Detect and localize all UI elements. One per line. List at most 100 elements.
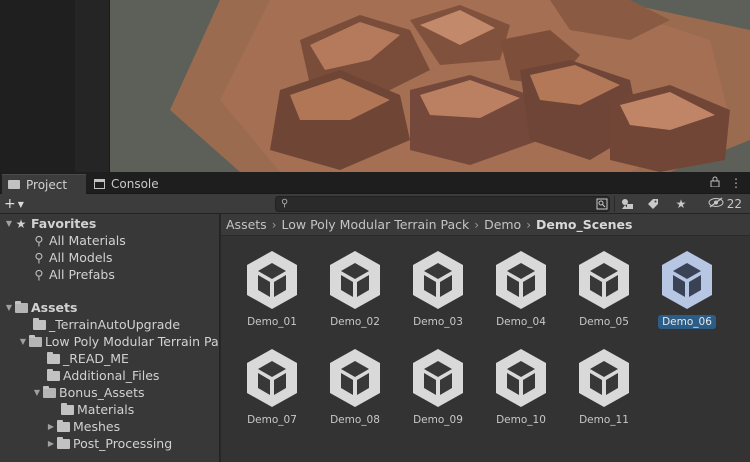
- panel-tabs-bar: Project Console ⋮: [0, 172, 750, 194]
- tab-project[interactable]: Project: [2, 174, 86, 194]
- tree-item-low-poly-pack[interactable]: ▼ Low Poly Modular Terrain Pa: [0, 333, 219, 350]
- asset-demo-09[interactable]: Demo_09: [402, 347, 474, 437]
- unity-scene-icon: [496, 349, 546, 407]
- tree-item-label: Materials: [77, 402, 135, 417]
- search-input[interactable]: [292, 197, 592, 211]
- unity-scene-icon: [330, 349, 380, 407]
- breadcrumb: Assets › Low Poly Modular Terrain Pack ›…: [221, 214, 750, 236]
- tree-item-favorites[interactable]: ▼ ★ Favorites: [0, 215, 219, 232]
- asset-demo-02[interactable]: Demo_02: [319, 249, 391, 339]
- asset-label: Demo_07: [247, 414, 297, 426]
- asset-label: Demo_09: [413, 414, 463, 426]
- asset-demo-03[interactable]: Demo_03: [402, 249, 474, 339]
- chevron-right-icon: ›: [474, 217, 480, 232]
- unity-scene-icon: [330, 251, 380, 309]
- hidden-count: 22: [726, 197, 742, 211]
- create-asset-button[interactable]: + ▼: [4, 196, 36, 212]
- star-icon[interactable]: ★: [672, 196, 690, 212]
- folder-open-icon: [28, 334, 42, 348]
- asset-label: Demo_06: [658, 315, 716, 329]
- tree-item-all-prefabs[interactable]: ⚲ All Prefabs: [0, 266, 219, 283]
- breadcrumb-item[interactable]: Assets: [226, 217, 267, 232]
- tab-console[interactable]: Console: [88, 174, 178, 194]
- filter-by-type-icon[interactable]: [618, 196, 636, 212]
- asset-label: Demo_08: [330, 414, 380, 426]
- unity-scene-icon: [413, 349, 463, 407]
- unity-scene-icon: [496, 251, 546, 309]
- search-icon: ⚲: [34, 250, 44, 265]
- search-icon: ⚲: [34, 233, 44, 248]
- folder-icon: [56, 419, 70, 433]
- project-toolbar: + ▼ ⚲ ★ 22: [0, 194, 750, 214]
- asset-demo-07[interactable]: Demo_07: [236, 347, 308, 437]
- search-by-type-icon[interactable]: [594, 196, 610, 212]
- unity-scene-icon: [247, 251, 297, 309]
- chevron-right-icon: ›: [271, 217, 277, 232]
- asset-demo-11[interactable]: Demo_11: [568, 347, 640, 437]
- tree-item-read-me[interactable]: _READ_ME: [0, 350, 219, 367]
- expand-arrow-icon[interactable]: ▼: [18, 337, 28, 346]
- lock-icon[interactable]: [710, 176, 720, 190]
- toolbar-divider: [614, 196, 615, 212]
- tree-item-post-processing[interactable]: ▶ Post_Processing: [0, 435, 219, 452]
- unity-scene-icon: [579, 251, 629, 309]
- tab-project-label: Project: [26, 177, 68, 192]
- asset-demo-05[interactable]: Demo_05: [568, 249, 640, 339]
- tree-item-label: All Prefabs: [49, 267, 115, 282]
- expand-arrow-icon[interactable]: ▼: [4, 303, 14, 312]
- hidden-packages-toggle[interactable]: 22: [708, 196, 742, 212]
- kebab-menu-icon[interactable]: ⋮: [730, 176, 742, 190]
- asset-demo-04[interactable]: Demo_04: [485, 249, 557, 339]
- asset-demo-06[interactable]: Demo_06: [651, 249, 723, 339]
- breadcrumb-current[interactable]: Demo_Scenes: [536, 217, 632, 232]
- asset-label: Demo_03: [413, 316, 463, 328]
- asset-label: Demo_10: [496, 414, 546, 426]
- tree-item-all-materials[interactable]: ⚲ All Materials: [0, 232, 219, 249]
- asset-demo-10[interactable]: Demo_10: [485, 347, 557, 437]
- folder-icon: [46, 368, 60, 382]
- chevron-down-icon: ▼: [17, 199, 24, 209]
- tree-item-assets[interactable]: ▼ Assets: [0, 299, 219, 316]
- tree-item-label: Bonus_Assets: [59, 385, 145, 400]
- scene-sidebar-edge: [75, 0, 110, 172]
- chevron-right-icon: ›: [526, 217, 532, 232]
- asset-label: Demo_05: [579, 316, 629, 328]
- folder-icon: [60, 402, 74, 416]
- expand-arrow-icon[interactable]: ▶: [46, 422, 56, 431]
- unity-scene-icon: [413, 251, 463, 309]
- asset-browser: Assets › Low Poly Modular Terrain Pack ›…: [221, 214, 750, 462]
- asset-label: Demo_11: [579, 414, 629, 426]
- tree-item-additional-files[interactable]: Additional_Files: [0, 367, 219, 384]
- expand-arrow-icon[interactable]: ▼: [4, 219, 14, 228]
- tab-console-label: Console: [111, 177, 159, 191]
- hierarchy-panel-edge: [0, 0, 75, 172]
- asset-demo-08[interactable]: Demo_08: [319, 347, 391, 437]
- tree-item-label: All Materials: [49, 233, 126, 248]
- tree-item-terrain-auto-upgrade[interactable]: _TerrainAutoUpgrade: [0, 316, 219, 333]
- asset-label: Demo_02: [330, 316, 380, 328]
- folder-open-icon: [42, 385, 56, 399]
- tree-item-label: Meshes: [73, 419, 121, 434]
- breadcrumb-item[interactable]: Low Poly Modular Terrain Pack: [282, 217, 470, 232]
- tree-item-bonus-assets[interactable]: ▼ Bonus_Assets: [0, 384, 219, 401]
- search-field[interactable]: ⚲: [275, 196, 610, 212]
- breadcrumb-item[interactable]: Demo: [484, 217, 521, 232]
- tree-item-label: Assets: [31, 300, 78, 315]
- tree-item-label: _TerrainAutoUpgrade: [49, 317, 181, 332]
- unity-scene-icon: [662, 251, 712, 309]
- filter-by-label-icon[interactable]: [644, 196, 662, 212]
- unity-scene-icon: [247, 349, 297, 407]
- scene-viewport[interactable]: [110, 0, 750, 172]
- expand-arrow-icon[interactable]: ▼: [32, 388, 42, 397]
- star-icon: ★: [15, 216, 27, 231]
- tree-item-all-models[interactable]: ⚲ All Models: [0, 249, 219, 266]
- asset-demo-01[interactable]: Demo_01: [236, 249, 308, 339]
- tree-item-meshes[interactable]: ▶ Meshes: [0, 418, 219, 435]
- folder-open-icon: [14, 300, 28, 314]
- asset-label: Demo_04: [496, 316, 546, 328]
- tree-item-materials[interactable]: Materials: [0, 401, 219, 418]
- tree-item-label: _READ_ME: [63, 351, 129, 366]
- eye-slash-icon: [708, 197, 724, 211]
- expand-arrow-icon[interactable]: ▶: [46, 439, 56, 448]
- tree-item-label: All Models: [49, 250, 113, 265]
